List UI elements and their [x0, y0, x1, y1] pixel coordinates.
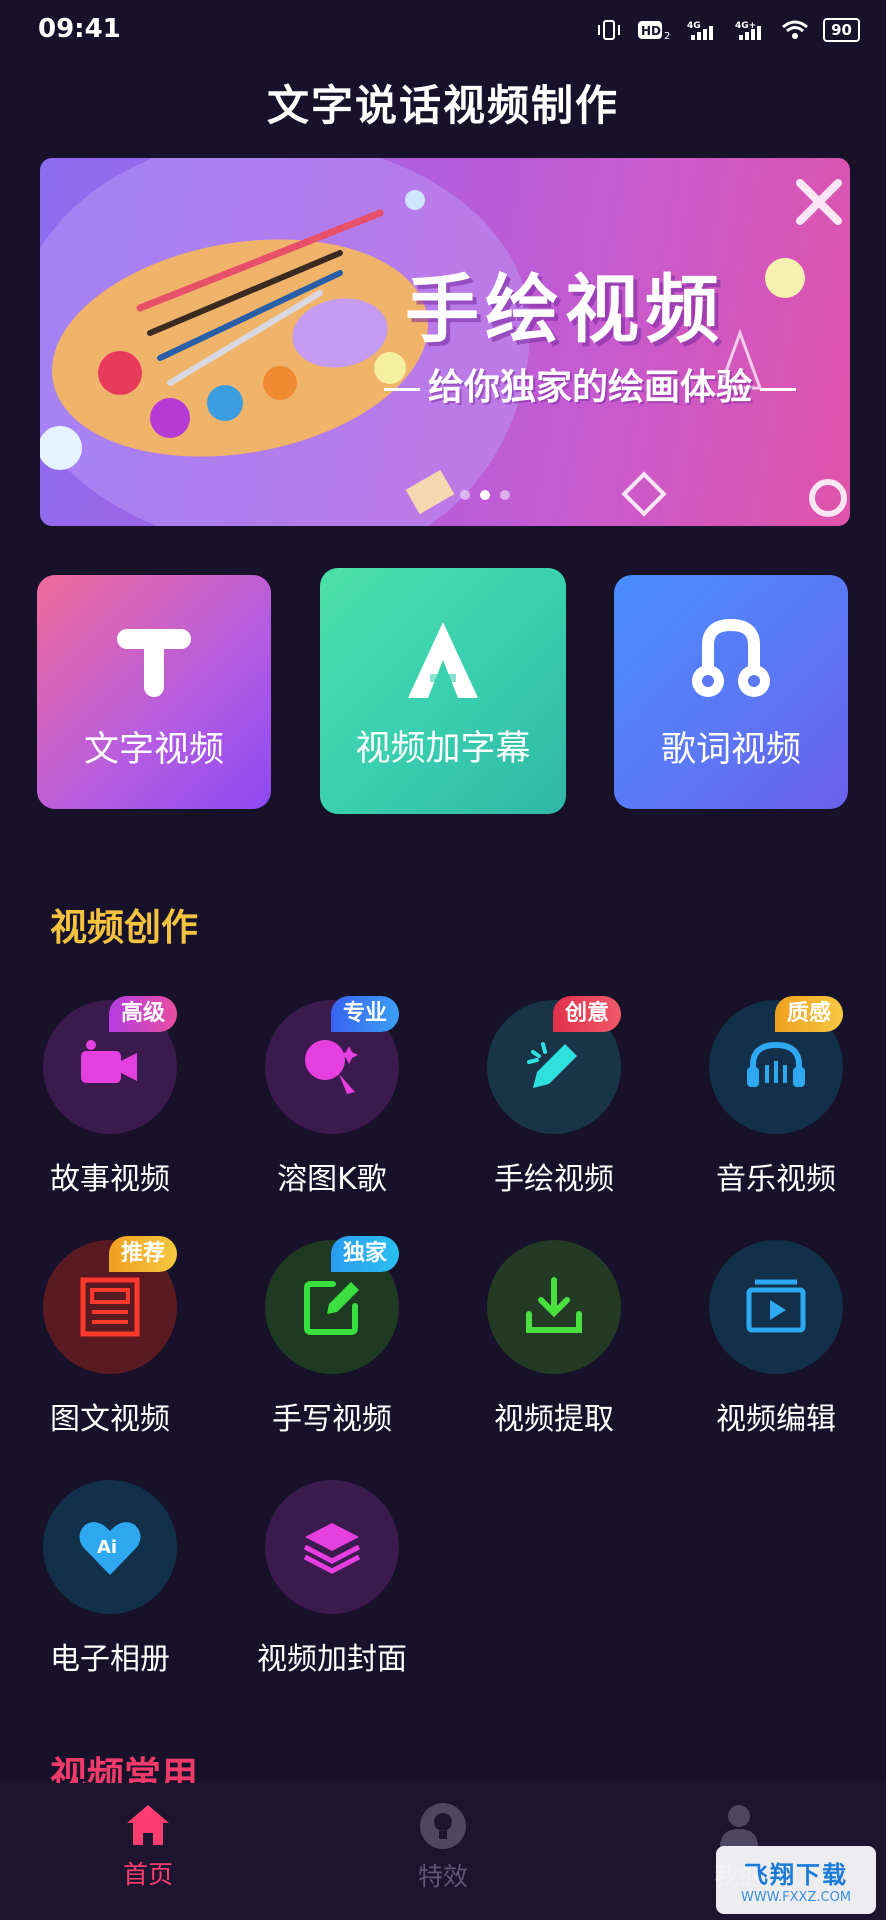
tool-badge: 推荐: [109, 1236, 178, 1272]
watermark: 飞翔下载 WWW.FXXZ.COM: [716, 1846, 876, 1914]
tool-label: 电子相册: [50, 1642, 170, 1677]
tool-icon-bg: 创意: [487, 996, 622, 1134]
letter-a-icon: [408, 622, 478, 698]
tool-story-video[interactable]: 高级 故事视频: [20, 996, 200, 1198]
svg-text:4G: 4G: [687, 21, 701, 31]
page-title: 文字说话视频制作: [266, 81, 619, 130]
banner-dot[interactable]: [500, 490, 510, 500]
tool-badge: 创意: [553, 996, 622, 1032]
feature-card-label: 文字视频: [83, 730, 224, 770]
svg-text:2: 2: [664, 31, 670, 41]
tool-icon-bg: 推荐: [43, 1236, 178, 1374]
promo-banner[interactable]: 手绘视频 给你独家的绘画体验: [40, 158, 850, 526]
tool-icon-bg: 质感: [709, 996, 844, 1134]
video-camera-icon: [81, 1040, 137, 1083]
tool-icon-bg: [265, 1480, 399, 1614]
tool-label: 音乐视频: [716, 1162, 836, 1197]
status-icons: HD 2 4G 4G+ 90: [595, 18, 860, 42]
tool-image-text-video[interactable]: 推荐 图文视频: [20, 1236, 200, 1438]
tool-video-edit[interactable]: 视频编辑: [686, 1240, 866, 1438]
tool-karaoke[interactable]: 专业 溶图K歌: [242, 996, 422, 1198]
signal-4g-plus-icon: 4G+: [735, 21, 762, 40]
tool-label: 图文视频: [50, 1402, 170, 1437]
pencil-icon: [527, 1042, 577, 1088]
download-icon: [526, 1277, 582, 1333]
tool-e-album[interactable]: Ai 电子相册: [20, 1480, 200, 1678]
tool-label: 溶图K歌: [277, 1162, 387, 1197]
tool-hand-drawn-video[interactable]: 创意 手绘视频: [464, 996, 644, 1198]
banner-dot[interactable]: [460, 490, 470, 500]
tool-video-cover[interactable]: 视频加封面: [242, 1480, 422, 1678]
tool-label: 视频加封面: [257, 1642, 407, 1677]
svg-text:HD: HD: [641, 24, 661, 38]
edit-square-icon: [304, 1281, 359, 1335]
tool-label: 手写视频: [272, 1402, 392, 1437]
watermark-brand: 飞翔下载: [744, 1861, 848, 1889]
tool-icon-bg: Ai: [43, 1480, 177, 1614]
banner-dot-active[interactable]: [480, 490, 490, 500]
document-icon: [80, 1277, 140, 1337]
feature-card-label: 歌词视频: [660, 730, 801, 770]
nav-home[interactable]: 首页: [68, 1801, 228, 1891]
banner-subtitle: 给你独家的绘画体验: [350, 358, 830, 410]
tool-icon-bg: 独家: [265, 1236, 400, 1374]
banner-title: 手绘视频: [405, 267, 725, 353]
nav-label: 特效: [417, 1862, 468, 1891]
feature-card-label: 视频加字幕: [355, 729, 531, 769]
feature-card-subtitle-video[interactable]: 视频加字幕: [320, 568, 566, 814]
home-icon: [127, 1805, 169, 1845]
play-screen-icon: [746, 1279, 806, 1333]
svg-text:Ai: Ai: [97, 1537, 117, 1558]
tool-icon-bg: 高级: [43, 996, 178, 1134]
user-icon: [720, 1805, 758, 1847]
nav-label: 首页: [122, 1860, 173, 1889]
tool-badge: 质感: [775, 996, 844, 1032]
battery-icon: 90: [823, 18, 860, 42]
wifi-icon: [782, 20, 809, 39]
watermark-url: WWW.FXXZ.COM: [740, 1890, 852, 1905]
feature-card-text-video[interactable]: 文字视频: [37, 575, 271, 809]
bulb-icon: [420, 1803, 466, 1849]
tool-icon-bg: [487, 1240, 621, 1374]
tool-label: 视频编辑: [716, 1402, 836, 1437]
banner-pagination[interactable]: [460, 490, 510, 500]
tool-handwriting-video[interactable]: 独家 手写视频: [242, 1236, 422, 1438]
vibrate-icon: [598, 20, 621, 40]
tool-label: 手绘视频: [494, 1162, 614, 1197]
tool-icon-bg: 专业: [265, 996, 400, 1134]
status-time: 09:41: [38, 14, 121, 44]
tool-icon-bg: [709, 1240, 843, 1374]
feature-card-lyric-video[interactable]: 歌词视频: [614, 575, 848, 809]
microphone-icon: [305, 1040, 358, 1094]
music-note-icon: [692, 618, 770, 697]
hd-icon: HD 2: [638, 21, 671, 41]
tool-label: 故事视频: [50, 1162, 170, 1197]
headphones-icon: [747, 1041, 805, 1087]
tool-badge: 高级: [109, 996, 178, 1032]
tool-video-extract[interactable]: 视频提取: [464, 1240, 644, 1438]
text-t-icon: [117, 629, 191, 697]
tool-music-video[interactable]: 质感 音乐视频: [686, 996, 866, 1198]
tool-badge: 独家: [331, 1236, 400, 1272]
layers-icon: [303, 1523, 361, 1574]
tool-badge: 专业: [331, 996, 400, 1032]
nav-effects[interactable]: 特效: [363, 1801, 523, 1893]
tool-label: 视频提取: [494, 1402, 614, 1437]
heart-ai-icon: Ai: [79, 1522, 141, 1575]
section-title-creation: 视频创作: [50, 906, 198, 949]
signal-4g-icon: 4G: [687, 21, 714, 40]
